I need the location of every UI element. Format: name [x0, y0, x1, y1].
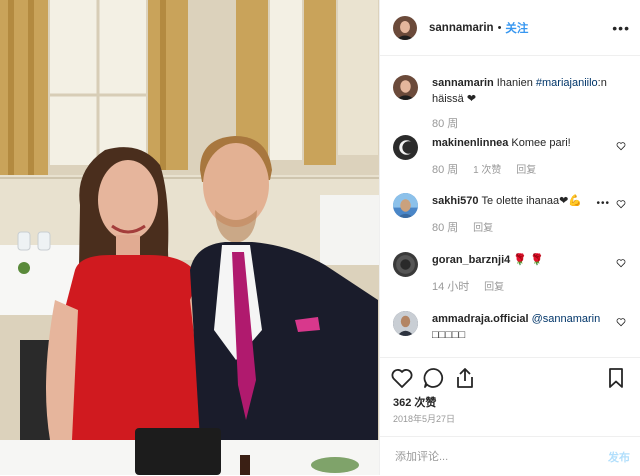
post-photo[interactable]	[0, 0, 379, 475]
author-avatar[interactable]	[393, 15, 417, 40]
comment-mention[interactable]: @sannamarin	[532, 313, 601, 325]
comment-username[interactable]: goran_barznji4	[432, 254, 510, 266]
comment-meta: 14 小时 回复	[432, 278, 516, 294]
like-comment-heart-icon[interactable]	[616, 199, 626, 209]
comment-meta: 80 周 1 次赞 回复	[432, 161, 548, 177]
comment-time[interactable]: 80 周	[432, 164, 458, 176]
like-comment-heart-icon[interactable]	[616, 258, 626, 268]
comment-username[interactable]: ammadraja.official	[432, 313, 529, 325]
caption-text-before: Ihanien	[496, 77, 536, 89]
add-comment-bar: 发布	[380, 436, 640, 476]
caption-text: sannamarin Ihanien #mariajaniilo:n häissä…	[432, 75, 616, 107]
comment-body: □□□□□	[432, 329, 466, 341]
more-options-button[interactable]: •••	[612, 20, 630, 36]
post-comment-button[interactable]: 发布	[608, 449, 630, 465]
likes-count[interactable]: 362 次赞	[393, 394, 436, 410]
comment-body: 🌹 🌹	[513, 254, 544, 266]
follow-button[interactable]: 关注	[505, 20, 528, 36]
separator-dot: •	[497, 21, 502, 34]
commenter-avatar[interactable]	[393, 193, 418, 218]
share-icon[interactable]	[453, 366, 477, 390]
caption-time[interactable]: 80 周	[432, 118, 458, 130]
author-username[interactable]: sannamarin	[429, 22, 494, 34]
comment-likes[interactable]: 1 次赞	[473, 165, 501, 176]
like-comment-heart-icon[interactable]	[616, 317, 626, 327]
caption-hashtag[interactable]: #mariajaniilo	[536, 77, 598, 89]
reply-button[interactable]: 回复	[473, 223, 493, 234]
commenter-avatar[interactable]	[393, 135, 418, 160]
caption-avatar[interactable]	[393, 75, 418, 100]
comment-meta: 80 周 回复	[432, 219, 505, 235]
comment-text: ammadraja.official @sannamarin □□□□□	[432, 311, 616, 343]
reply-button[interactable]: 回复	[484, 282, 504, 293]
post-date[interactable]: 2018年5月27日	[393, 412, 455, 425]
comment-input[interactable]	[393, 449, 608, 464]
caption-meta: 80 周	[432, 115, 470, 131]
bookmark-icon[interactable]	[604, 366, 628, 390]
comment-text: makinenlinnea Komee pari!	[432, 135, 616, 151]
comment-time[interactable]: 80 周	[432, 222, 458, 234]
comment-text: goran_barznji4 🌹 🌹	[432, 252, 616, 268]
comment-username[interactable]: sakhi570	[432, 195, 478, 207]
reply-button[interactable]: 回复	[516, 165, 536, 176]
instagram-post: sannamarin • 关注 ••• sannamarin Ihanien #m…	[0, 0, 640, 475]
like-heart-icon[interactable]	[390, 366, 414, 390]
comment-body: Te olette ihanaa❤💪	[481, 195, 583, 207]
couple-photo-illustration	[0, 0, 379, 475]
comment-time[interactable]: 14 小时	[432, 281, 469, 293]
caption-username[interactable]: sannamarin	[432, 77, 494, 89]
comment-bubble-icon[interactable]	[422, 366, 446, 390]
comment-options-button[interactable]: •••	[596, 198, 610, 209]
comment-body: Komee pari!	[511, 137, 571, 149]
post-actions: 362 次赞 2018年5月27日 发布	[380, 357, 640, 476]
comment-text: sakhi570 Te olette ihanaa❤💪	[432, 193, 616, 209]
comments-list[interactable]: sannamarin Ihanien #mariajaniilo:n häissä…	[380, 57, 640, 357]
commenter-avatar[interactable]	[393, 311, 418, 336]
action-icons	[390, 366, 628, 392]
post-header: sannamarin • 关注 •••	[380, 0, 640, 56]
like-comment-heart-icon[interactable]	[616, 141, 626, 151]
comment-username[interactable]: makinenlinnea	[432, 137, 508, 149]
commenter-avatar[interactable]	[393, 252, 418, 277]
post-sidebar: sannamarin • 关注 ••• sannamarin Ihanien #m…	[379, 0, 640, 475]
